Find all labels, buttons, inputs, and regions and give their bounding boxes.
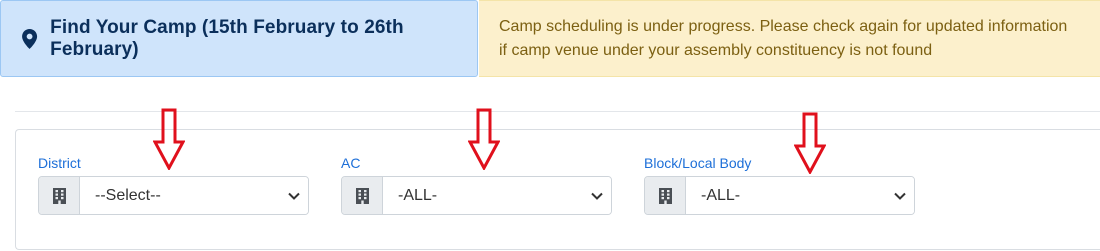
chevron-down-icon <box>894 192 906 200</box>
down-arrow-icon <box>794 112 826 174</box>
building-icon <box>52 187 66 204</box>
map-marker-icon <box>22 28 38 49</box>
district-addon <box>39 177 80 214</box>
building-icon <box>658 187 672 204</box>
ac-select-value: -ALL- <box>398 186 438 204</box>
district-select-value: --Select-- <box>95 186 161 204</box>
block-select[interactable]: -ALL- <box>686 177 914 214</box>
ac-addon <box>342 177 383 214</box>
camp-finder-page: Find Your Camp (15th February to 26th Fe… <box>0 0 1100 251</box>
scheduling-notice: Camp scheduling is under progress. Pleas… <box>479 0 1100 77</box>
district-select[interactable]: --Select-- <box>80 177 308 214</box>
block-label: Block/Local Body <box>644 155 752 171</box>
block-select-value: -ALL- <box>701 186 741 204</box>
down-arrow-icon <box>468 108 500 170</box>
ac-select[interactable]: -ALL- <box>383 177 611 214</box>
down-arrow-icon <box>153 108 185 170</box>
chevron-down-icon <box>288 192 300 200</box>
building-icon <box>355 187 369 204</box>
district-input-group: --Select-- <box>38 176 309 215</box>
block-input-group: -ALL- <box>644 176 915 215</box>
notice-line-2: if camp venue under your assembly consti… <box>499 42 933 59</box>
chevron-down-icon <box>591 192 603 200</box>
ac-input-group: -ALL- <box>341 176 612 215</box>
find-camp-panel: Find Your Camp (15th February to 26th Fe… <box>0 0 478 77</box>
find-camp-title: Find Your Camp (15th February to 26th Fe… <box>50 16 404 60</box>
notice-line-1: Camp scheduling is under progress. Pleas… <box>499 18 1068 35</box>
block-field: Block/Local Body -ALL- <box>644 155 915 215</box>
block-addon <box>645 177 686 214</box>
